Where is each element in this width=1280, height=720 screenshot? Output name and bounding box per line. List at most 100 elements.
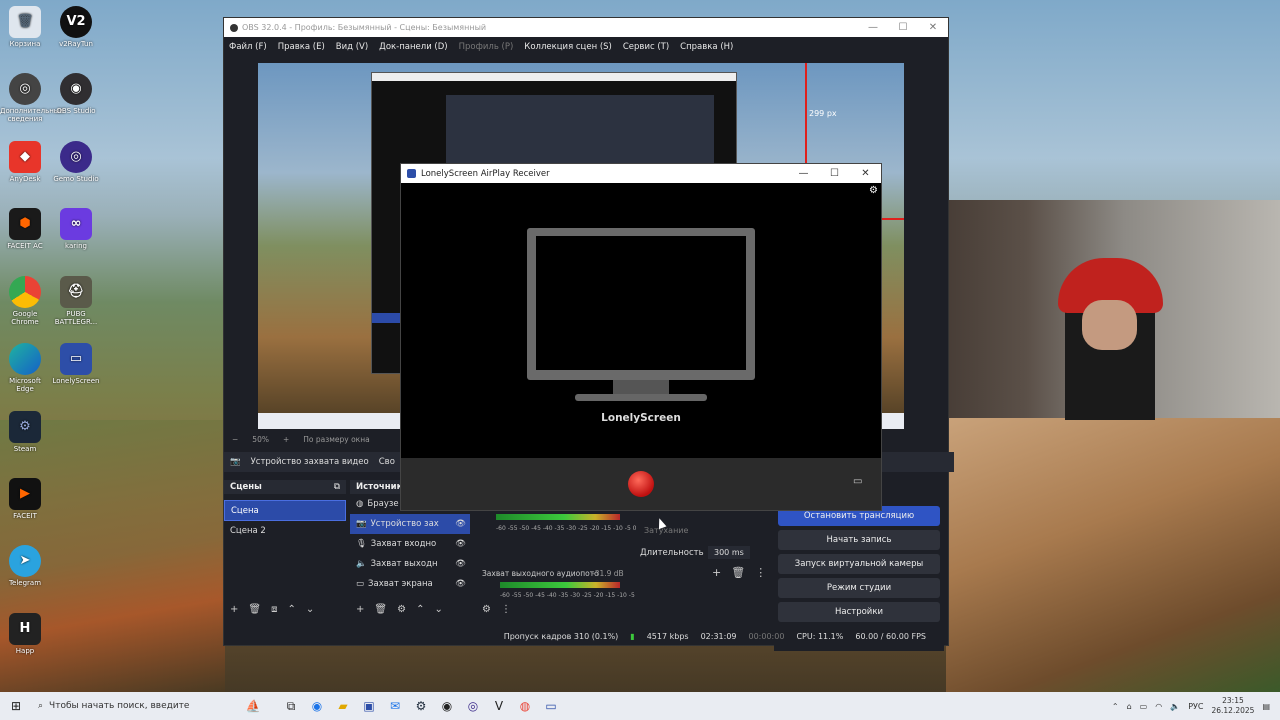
- v2raytun-icon: V2: [60, 6, 92, 38]
- more-icon[interactable]: ⋮: [501, 604, 511, 615]
- store-icon[interactable]: ▣: [356, 692, 382, 720]
- maximize-icon[interactable]: ☐: [888, 22, 918, 33]
- virtual-camera-button[interactable]: Запуск виртуальной камеры: [778, 554, 940, 574]
- desktop-icon-steam[interactable]: ⚙ Steam: [0, 411, 50, 453]
- v2raytun-icon[interactable]: V: [486, 692, 512, 720]
- karing-icon: ∞: [60, 208, 92, 240]
- chevron-up-icon[interactable]: ⌃: [416, 604, 424, 615]
- add-icon[interactable]: +: [712, 566, 721, 579]
- taskbar-search[interactable]: ⌕ Чтобы начать поиск, введите: [32, 701, 228, 711]
- menu-view[interactable]: Вид (V): [336, 42, 368, 52]
- scene-item[interactable]: Сцена 2: [224, 521, 346, 540]
- more-icon[interactable]: ⋮: [755, 566, 766, 579]
- record-button[interactable]: [628, 471, 654, 497]
- zoom-minus-icon[interactable]: −: [232, 435, 238, 444]
- source-item[interactable]: ▭ Захват экрана 👁: [350, 574, 470, 594]
- eye-icon[interactable]: 👁: [455, 579, 466, 589]
- desktop-icon-pubg[interactable]: ⛑ PUBG BATTLEGR...: [51, 276, 101, 326]
- desktop-icon-karing[interactable]: ∞ karing: [51, 208, 101, 250]
- trash-icon[interactable]: 🗑: [374, 604, 387, 615]
- mail-icon[interactable]: ✉: [382, 692, 408, 720]
- nested-titlebar: [372, 73, 736, 81]
- source-item[interactable]: 🔈 Захват выходн 👁: [350, 554, 470, 574]
- menu-help[interactable]: Справка (H): [680, 42, 733, 52]
- maximize-icon[interactable]: ☐: [819, 168, 850, 179]
- chevron-up-icon[interactable]: ⌃: [287, 604, 295, 615]
- sources-toolbar: + 🗑 ⚙ ⌃ ⌄: [356, 604, 443, 615]
- zoom-level[interactable]: 50%: [252, 435, 269, 444]
- obs-title-icon: [230, 23, 238, 32]
- volume-icon[interactable]: 🔈: [1170, 702, 1180, 711]
- file-explorer-icon[interactable]: ▰: [330, 692, 356, 720]
- desktop-icon-v2raytun[interactable]: V2 v2RayTun: [51, 6, 101, 48]
- wifi-icon[interactable]: ◠: [1155, 702, 1162, 711]
- desktop-icon-obs[interactable]: ◉ OBS Studio: [51, 73, 101, 115]
- gear-icon[interactable]: ⚙: [482, 604, 491, 615]
- scene-item[interactable]: Сцена: [224, 500, 346, 521]
- trash-icon[interactable]: 🗑: [248, 604, 261, 615]
- desktop-icon-recycle-bin[interactable]: 🗑 Корзина: [0, 6, 50, 48]
- steam-icon[interactable]: ⚙: [408, 692, 434, 720]
- task-view-icon[interactable]: ⧉: [278, 692, 304, 720]
- close-icon[interactable]: ✕: [918, 22, 948, 33]
- clock[interactable]: 23:15 26.12.2025: [1211, 696, 1254, 716]
- studio-mode-button[interactable]: Режим студии: [778, 578, 940, 598]
- desktop-icon-chrome[interactable]: Google Chrome: [0, 276, 50, 326]
- desktop-icon-lonelyscreen[interactable]: ▭ LonelyScreen: [51, 343, 101, 385]
- add-icon[interactable]: +: [230, 604, 238, 615]
- desktop-icon-info[interactable]: ◎ Дополнительные сведения: [0, 73, 64, 123]
- notification-icon[interactable]: ▤: [1262, 702, 1270, 711]
- meter-ticks: -60 -55 -50 -45 -40 -35 -30 -25 -20 -15 …: [500, 592, 641, 599]
- search-highlight-icon[interactable]: ⛵: [228, 692, 278, 720]
- zoom-mode[interactable]: По размеру окна: [303, 435, 369, 444]
- properties-button[interactable]: Сво: [379, 457, 395, 467]
- chevron-down-icon[interactable]: ⌄: [306, 604, 314, 615]
- chrome-icon[interactable]: ◍: [512, 692, 538, 720]
- edge-icon[interactable]: ◉: [304, 692, 330, 720]
- menu-file[interactable]: Файл (F): [229, 42, 267, 52]
- network-icon[interactable]: ⌂: [1127, 702, 1132, 711]
- settings-button[interactable]: Настройки: [778, 602, 940, 622]
- eye-icon[interactable]: 👁: [455, 559, 466, 569]
- zoom-plus-icon[interactable]: +: [283, 435, 289, 444]
- minimize-icon[interactable]: —: [788, 168, 819, 179]
- lonelyscreen-icon: ▭: [60, 343, 92, 375]
- menu-edit[interactable]: Правка (E): [278, 42, 325, 52]
- dock-undock-icon[interactable]: ⧉: [334, 482, 340, 492]
- chevron-down-icon[interactable]: ⌄: [434, 604, 442, 615]
- eye-icon[interactable]: 👁: [455, 519, 466, 529]
- lonelyscreen-icon[interactable]: ▭: [538, 692, 564, 720]
- source-item[interactable]: 🎙 Захват входно 👁: [350, 534, 470, 554]
- transition-type[interactable]: Затухание: [644, 526, 688, 535]
- filter-icon[interactable]: ⧈: [271, 604, 277, 615]
- duration-input[interactable]: 300 ms: [708, 546, 750, 559]
- menu-tools[interactable]: Сервис (T): [623, 42, 669, 52]
- gear-icon[interactable]: ⚙: [397, 604, 406, 615]
- battery-icon[interactable]: ▭: [1140, 702, 1148, 711]
- windows-start-icon[interactable]: ⊞: [0, 692, 32, 720]
- language-indicator[interactable]: РУС: [1188, 702, 1203, 711]
- desktop-icon-anydesk[interactable]: ◆ AnyDesk: [0, 141, 50, 183]
- menu-docks[interactable]: Док-панели (D): [379, 42, 447, 52]
- desktop-icon-faceit-ac[interactable]: ⬢ FACEIT AC: [0, 208, 50, 250]
- add-icon[interactable]: +: [356, 604, 364, 615]
- folder-icon[interactable]: ▭: [853, 476, 862, 487]
- gemo-studio-icon[interactable]: ◎: [460, 692, 486, 720]
- source-item[interactable]: 📷 Устройство зах 👁: [350, 514, 470, 534]
- close-icon[interactable]: ✕: [850, 168, 881, 179]
- preview-distance-label: 299 px: [809, 109, 837, 118]
- eye-icon[interactable]: 👁: [455, 539, 466, 549]
- desktop-icon-edge[interactable]: Microsoft Edge: [0, 343, 50, 393]
- menu-scene-collection[interactable]: Коллекция сцен (S): [524, 42, 612, 52]
- desktop-icon-telegram[interactable]: ➤ Telegram: [0, 545, 50, 587]
- minimize-icon[interactable]: —: [858, 22, 888, 33]
- obs-icon[interactable]: ◉: [434, 692, 460, 720]
- chevron-up-icon[interactable]: ⌃: [1112, 702, 1119, 711]
- desktop-icon-happ[interactable]: H Happ: [0, 613, 50, 655]
- menu-profile[interactable]: Профиль (P): [459, 42, 514, 52]
- gear-icon[interactable]: ⚙: [869, 185, 878, 196]
- trash-icon[interactable]: 🗑: [731, 566, 745, 579]
- desktop-icon-gemo[interactable]: ◎ Gemo Studio: [51, 141, 101, 183]
- start-recording-button[interactable]: Начать запись: [778, 530, 940, 550]
- desktop-icon-faceit[interactable]: ▶ FACEIT: [0, 478, 50, 520]
